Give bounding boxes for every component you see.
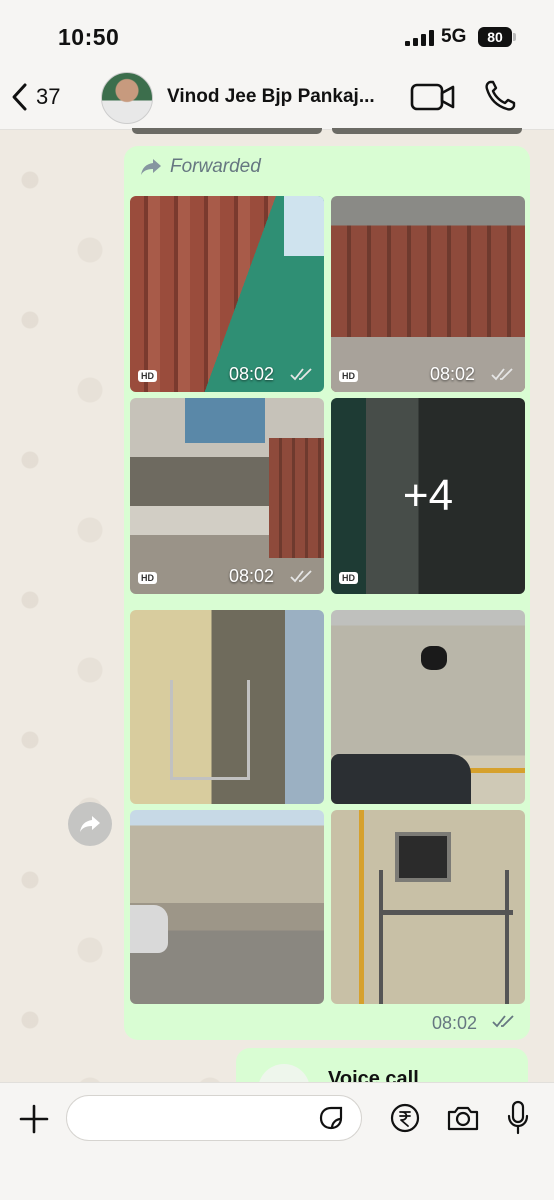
previous-photo-edge xyxy=(332,128,522,134)
photo-wall-hole xyxy=(421,646,447,670)
photo-scaffold xyxy=(170,680,250,780)
photo-ac-unit xyxy=(395,832,451,882)
photo-thumbnail[interactable]: HD 08:02 xyxy=(130,196,324,392)
photo-scaffold-bar xyxy=(379,910,513,915)
photo-ground xyxy=(331,337,525,392)
message-time: 08:02 xyxy=(432,1013,478,1033)
double-check-icon xyxy=(290,368,312,381)
forwarded-text: Forwarded xyxy=(170,156,261,177)
chat-header: 37 Vinod Jee Bjp Pankaj... xyxy=(0,64,554,130)
hd-badge: HD xyxy=(138,572,157,584)
sticker-icon[interactable] xyxy=(318,1105,344,1131)
battery-tip xyxy=(513,33,516,41)
rupee-payment-icon[interactable] xyxy=(390,1103,420,1133)
unread-count: 37 xyxy=(36,84,61,109)
photo-windows xyxy=(185,398,265,443)
photo-scaffold xyxy=(379,870,509,1004)
photo-thumbnail[interactable]: HD 08:02 xyxy=(331,196,525,392)
hd-badge: HD xyxy=(138,370,157,382)
photo-brick-wall xyxy=(269,438,324,558)
photo-pipe xyxy=(359,810,364,1004)
microphone-icon[interactable] xyxy=(506,1100,530,1136)
forward-button[interactable] xyxy=(68,802,112,846)
battery-icon: 80 xyxy=(478,27,512,47)
phone-icon[interactable] xyxy=(483,79,517,113)
input-bar xyxy=(0,1082,554,1200)
status-time: 10:50 xyxy=(58,24,120,50)
hd-badge: HD xyxy=(339,370,358,382)
avatar[interactable] xyxy=(101,72,153,124)
photo-thumbnail[interactable] xyxy=(331,810,525,1004)
double-check-icon xyxy=(491,368,513,381)
network-type: 5G xyxy=(441,26,467,47)
photo-thumbnail[interactable] xyxy=(331,610,525,804)
forward-arrow-icon xyxy=(141,159,161,175)
photo-time: 08:02 xyxy=(229,364,275,384)
photo-time: 08:02 xyxy=(229,566,275,586)
photo-thumbnail[interactable] xyxy=(130,810,324,1004)
plus-icon[interactable] xyxy=(18,1103,50,1135)
photo-car xyxy=(331,754,471,804)
status-bar: 10:50 5G 80 xyxy=(0,0,554,64)
photo-car xyxy=(130,905,168,953)
more-photos-tile[interactable]: +4 HD xyxy=(331,398,525,594)
back-button[interactable]: 37 xyxy=(10,80,80,114)
camera-icon[interactable] xyxy=(446,1103,480,1133)
previous-photo-edge xyxy=(132,128,322,134)
chevron-left-icon xyxy=(12,83,27,111)
hd-badge: HD xyxy=(339,572,358,584)
photo-thumbnail[interactable] xyxy=(130,610,324,804)
more-photos-count: +4 xyxy=(331,398,525,594)
contact-name[interactable]: Vinod Jee Bjp Pankaj... xyxy=(167,86,389,108)
signal-icon xyxy=(405,30,434,46)
forwarded-label: Forwarded xyxy=(140,156,261,178)
photo-time: 08:02 xyxy=(430,364,476,384)
video-call-icon[interactable] xyxy=(410,82,456,112)
double-check-icon xyxy=(492,1015,514,1028)
share-arrow-icon xyxy=(80,816,100,832)
photo-thumbnail[interactable]: HD 08:02 xyxy=(130,398,324,594)
double-check-icon xyxy=(290,570,312,583)
photo-sky xyxy=(284,196,324,256)
